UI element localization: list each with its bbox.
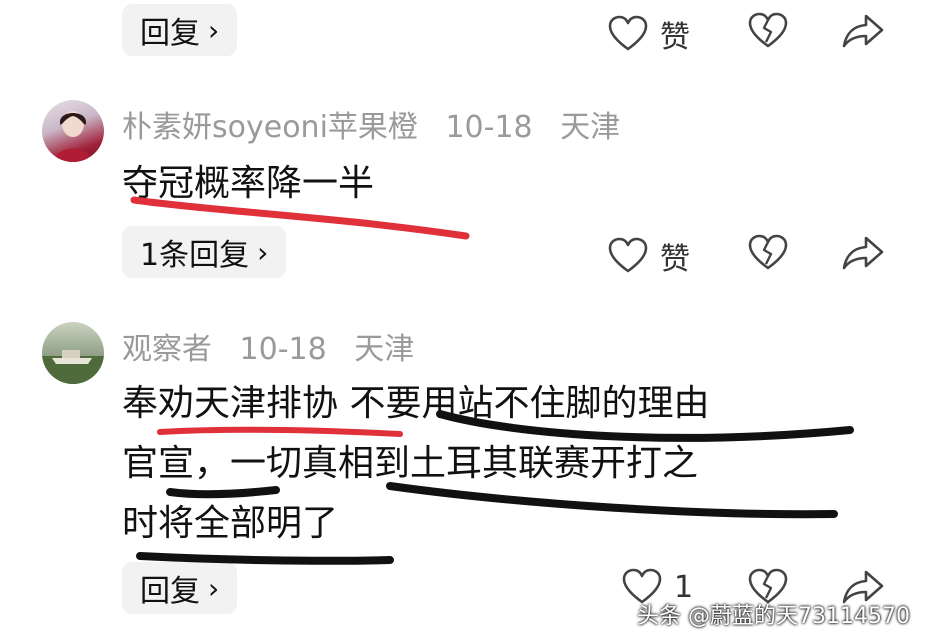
avatar[interactable] [42,322,104,384]
reply-label: 回复 [140,16,200,51]
share-icon [842,14,884,48]
reply-count-label: 1条回复 [140,238,250,273]
share-button[interactable] [842,234,884,272]
location: 天津 [354,332,415,367]
broken-heart-icon [748,234,788,270]
comment-text: 夺冠概率降一半 [122,163,375,204]
avatar-image [42,350,104,384]
view-replies-button[interactable]: 1条回复 › [122,226,287,278]
reply-button[interactable]: 回复 › [122,562,238,614]
like-label: 赞 [660,20,690,55]
like-button[interactable]: 赞 [608,234,690,278]
like-button[interactable]: 赞 [608,12,690,56]
comment-text-line: 官宣，一切真相到土耳其联赛开打之 [122,443,699,484]
comment-text-line: 奉劝天津排协 不要用站不住脚的理由 [122,383,710,424]
share-button[interactable] [842,12,884,50]
dislike-button[interactable] [748,12,788,50]
black-underline [136,552,394,565]
comment-meta: 观察者 10-18 天津 [122,324,432,368]
location: 天津 [560,110,621,145]
chevron-right-icon: › [208,13,220,47]
date: 10-18 [239,332,327,367]
watermark: 头条 @蔚蓝的天73114570 [637,604,910,629]
comment-meta: 朴素妍soyeoni苹果橙 10-18 天津 [122,102,638,146]
dislike-button[interactable] [748,234,788,272]
broken-heart-icon [748,12,788,48]
avatar[interactable] [42,100,104,162]
chevron-right-icon: › [208,571,220,605]
username[interactable]: 朴素妍soyeoni苹果橙 [122,110,418,145]
like-label: 赞 [660,242,690,277]
chevron-right-icon: › [257,235,269,269]
heart-icon [608,237,648,273]
date: 10-18 [445,110,533,145]
reply-button[interactable]: 回复 › [122,4,238,56]
avatar-image [54,111,92,162]
share-icon [842,236,884,270]
comment-text-line: 时将全部明了 [122,503,339,544]
heart-icon [608,15,648,51]
username[interactable]: 观察者 [122,332,212,367]
reply-label: 回复 [140,574,200,609]
